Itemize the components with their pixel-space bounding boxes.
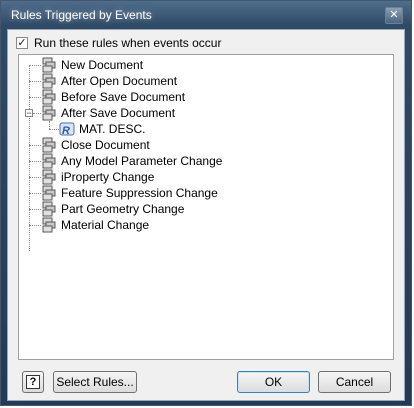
tree-connector-line: [29, 177, 41, 178]
tree-item-close-document[interactable]: Close Document: [41, 137, 150, 153]
tree-item-label: iProperty Change: [61, 170, 155, 184]
event-rules-icon: [42, 137, 56, 153]
events-tree[interactable]: − New Document After Open Document Befor…: [18, 54, 394, 360]
tree-item-label: Part Geometry Change: [61, 202, 185, 216]
dialog-window: Rules Triggered by Events ✕ ✓ Run these …: [0, 0, 412, 406]
dialog-body: ✓ Run these rules when events occur − Ne…: [7, 29, 405, 401]
tree-item-iproperty-change[interactable]: iProperty Change: [41, 169, 154, 185]
tree-item-label: Any Model Parameter Change: [61, 154, 223, 168]
event-rules-icon: [42, 153, 56, 169]
tree-connector-line: [29, 65, 41, 66]
close-button[interactable]: ✕: [385, 7, 403, 24]
run-rules-label: Run these rules when events occur: [34, 36, 222, 50]
tree-item-material-change[interactable]: Material Change: [41, 217, 149, 233]
dialog-title: Rules Triggered by Events: [11, 8, 152, 22]
tree-item-new-document[interactable]: New Document: [41, 57, 143, 73]
tree-connector-line: [29, 209, 41, 210]
collapse-toggle[interactable]: −: [25, 109, 33, 118]
title-bar[interactable]: Rules Triggered by Events ✕: [1, 1, 413, 29]
tree-item-feature-suppression-change[interactable]: Feature Suppression Change: [41, 185, 218, 201]
tree-connector-line: [29, 81, 41, 82]
tree-connector-line: [29, 97, 41, 98]
event-rules-icon: [42, 57, 56, 73]
tree-item-label: After Open Document: [61, 74, 178, 88]
tree-item-any-model-parameter-change[interactable]: Any Model Parameter Change: [41, 153, 222, 169]
svg-text:R: R: [62, 125, 70, 137]
event-rules-icon: [42, 89, 56, 105]
select-rules-label: Select Rules...: [56, 375, 134, 389]
tree-connector-line: [29, 193, 41, 194]
event-rules-icon: [42, 105, 56, 121]
tree-item-mat-desc[interactable]: R MAT. DESC.: [59, 121, 145, 137]
ilogic-rule-icon: R: [59, 122, 75, 137]
tree-item-label: Close Document: [61, 138, 150, 152]
tree-item-after-open-document[interactable]: After Open Document: [41, 73, 177, 89]
run-rules-option[interactable]: ✓ Run these rules when events occur: [16, 34, 221, 52]
tree-connector-line: [29, 65, 30, 251]
tree-connector-line: [29, 145, 41, 146]
event-rules-icon: [42, 169, 56, 185]
tree-item-label: MAT. DESC.: [79, 122, 146, 136]
tree-connector-line: [29, 161, 41, 162]
tree-item-part-geometry-change[interactable]: Part Geometry Change: [41, 201, 184, 217]
tree-connector-line: [33, 113, 41, 114]
event-rules-icon: [42, 73, 56, 89]
tree-connector-line: [49, 121, 50, 129]
help-icon: ?: [26, 375, 40, 389]
select-rules-button[interactable]: Select Rules...: [53, 371, 137, 393]
tree-item-label: Feature Suppression Change: [61, 186, 218, 200]
tree-connector-line: [29, 225, 41, 226]
tree-item-before-save-document[interactable]: Before Save Document: [41, 89, 185, 105]
tree-connector-line: [49, 129, 59, 130]
ok-button[interactable]: OK: [237, 371, 310, 393]
help-button[interactable]: ?: [22, 371, 44, 393]
event-rules-icon: [42, 185, 56, 201]
cancel-button[interactable]: Cancel: [318, 371, 391, 393]
tree-item-label: Material Change: [61, 218, 150, 232]
run-rules-checkbox[interactable]: ✓: [16, 37, 28, 49]
tree-item-label: New Document: [61, 58, 144, 72]
cancel-label: Cancel: [335, 375, 374, 389]
event-rules-icon: [42, 201, 56, 217]
tree-item-label: After Save Document: [61, 106, 176, 120]
event-rules-icon: [42, 217, 56, 233]
tree-item-after-save-document[interactable]: After Save Document: [41, 105, 175, 121]
tree-item-label: Before Save Document: [61, 90, 186, 104]
ok-label: OK: [264, 375, 283, 389]
